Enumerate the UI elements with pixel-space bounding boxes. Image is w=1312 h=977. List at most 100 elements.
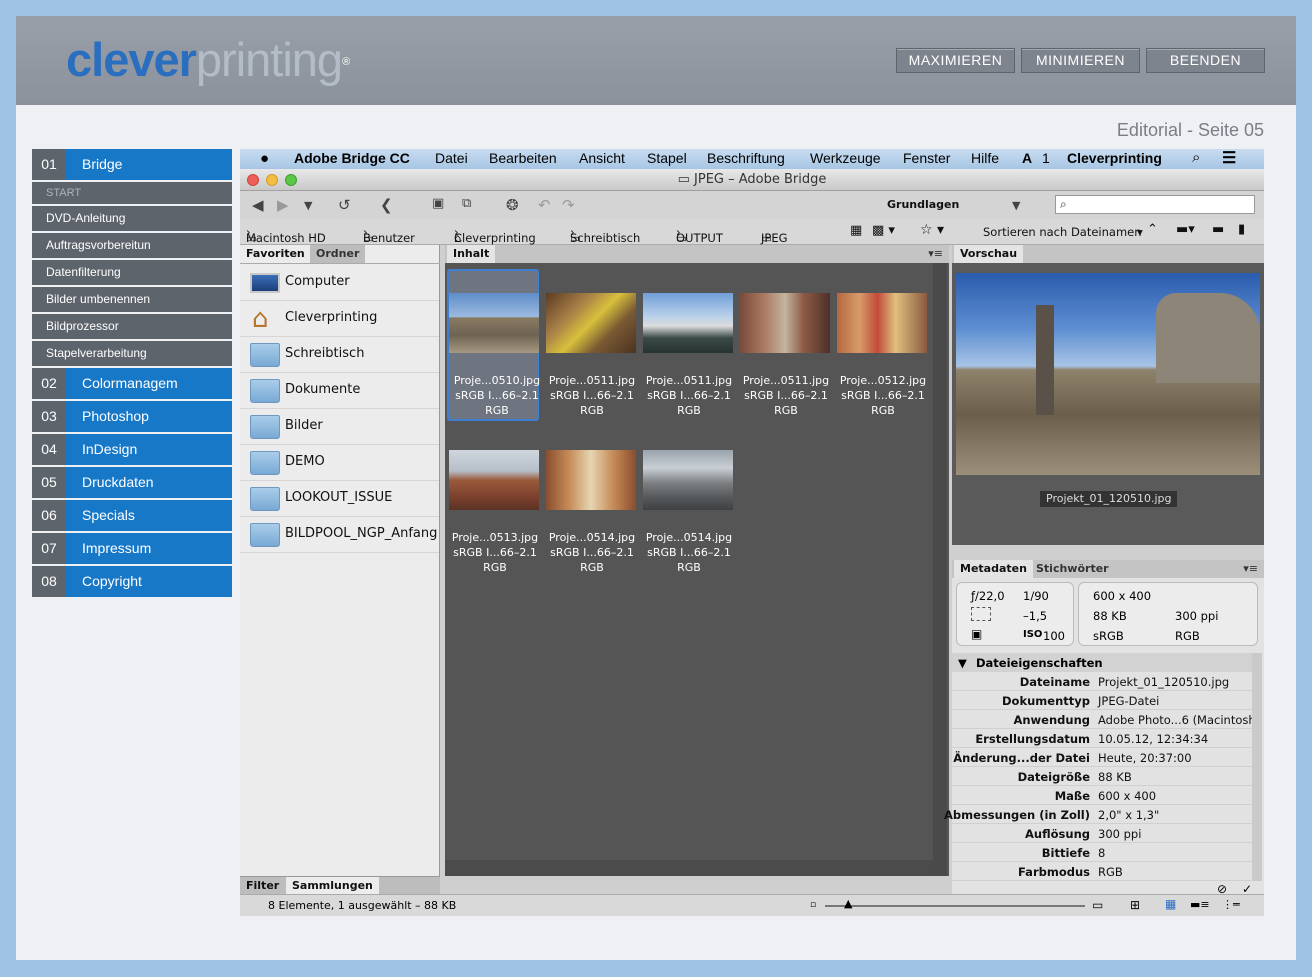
content-hscrollbar[interactable] <box>445 860 933 876</box>
workspace-dropdown-icon[interactable]: ▼ <box>1012 199 1020 212</box>
menu-ansicht[interactable]: Ansicht <box>579 150 625 166</box>
nav-chapter[interactable]: 05 Druckdaten <box>32 467 232 498</box>
tab-filter[interactable]: Filter <box>240 877 286 895</box>
section-dateieigenschaften[interactable]: ▼ Dateieigenschaften <box>952 653 1252 672</box>
preview-image[interactable] <box>956 273 1260 475</box>
path-crumb-output[interactable]: ▭ OUTPUT › <box>676 225 723 245</box>
recent-icon[interactable]: ↺ <box>338 196 351 214</box>
tab-favoriten[interactable]: Favoriten <box>240 245 311 263</box>
thumbnail[interactable]: Proje...0512.jpg sRGB I...66–2.1 RGB <box>835 269 927 421</box>
rotate-left-icon[interactable]: ↶ <box>538 196 551 214</box>
copy-icon[interactable]: ⧉ <box>462 196 471 211</box>
nav-chapter[interactable]: 04 InDesign <box>32 434 232 465</box>
slider-handle-icon[interactable]: ▲ <box>844 897 852 910</box>
thumb-small-icon[interactable]: ▫ <box>810 900 816 910</box>
minimize-button[interactable]: MINIMIEREN <box>1021 48 1140 73</box>
nav-sub-item[interactable]: Auftragsvorbereitun <box>32 233 232 258</box>
quality-icon[interactable]: ▦ <box>850 223 862 238</box>
tab-ordner[interactable]: Ordner <box>310 245 366 263</box>
menu-beschriftung[interactable]: Beschriftung <box>707 150 785 166</box>
apple-icon[interactable]: ● <box>260 150 269 167</box>
view-thumbnails-icon[interactable]: ▦ <box>1165 897 1176 911</box>
path-crumb-cleverprinting[interactable]: ⌂ Cleverprinting › <box>454 225 536 245</box>
quit-button[interactable]: BEENDEN <box>1146 48 1265 73</box>
nav-chapter[interactable]: 06 Specials <box>32 500 232 531</box>
list-menu-icon[interactable]: ☰ <box>1222 149 1236 168</box>
favorite-item-lookout[interactable]: LOOKOUT_ISSUE <box>240 481 439 517</box>
favorite-item-computer[interactable]: Computer <box>240 265 439 301</box>
thumb-large-icon[interactable]: ▭ <box>1092 898 1103 912</box>
nav-sub-item[interactable]: Bildprozessor <box>32 314 232 339</box>
sort-ascending-icon[interactable]: ⌃ <box>1147 222 1158 237</box>
menu-fenster[interactable]: Fenster <box>903 150 950 166</box>
favorite-item-bildpool[interactable]: BILDPOOL_NGP_Anfang <box>240 517 439 553</box>
filter-rating-icon[interactable]: ▩ ▾ <box>872 223 895 238</box>
metadata-row: Maße 600 x 400 <box>952 786 1252 805</box>
spotlight-search-icon[interactable]: ⌕ <box>1192 149 1200 166</box>
history-dropdown-icon[interactable]: ▼ <box>304 199 312 212</box>
tab-metadaten[interactable]: Metadaten <box>954 560 1033 578</box>
workspace-label[interactable]: Grundlagen <box>887 198 959 211</box>
thumbnail[interactable]: Proje...0511.jpg sRGB I...66–2.1 RGB <box>641 269 733 421</box>
content-scrollbar[interactable] <box>933 263 947 876</box>
nav-sub-item[interactable]: Datenfilterung <box>32 260 232 285</box>
thumbnail[interactable]: Proje...0511.jpg sRGB I...66–2.1 RGB <box>544 269 636 421</box>
menu-bearbeiten[interactable]: Bearbeiten <box>489 150 557 166</box>
new-folder-icon[interactable]: ▬ <box>1212 222 1224 237</box>
rotate-right-icon[interactable]: ↷ <box>562 196 575 214</box>
panel-menu-icon[interactable]: ▾≡ <box>928 247 943 260</box>
path-crumb-macintosh-hd[interactable]: ▭ Macintosh HD › <box>246 225 326 245</box>
path-crumb-schreibtisch[interactable]: ▭ Schreibtisch › <box>570 225 640 245</box>
tab-sammlungen[interactable]: Sammlungen <box>286 877 379 895</box>
metadata-scrollbar[interactable] <box>1252 653 1262 881</box>
sort-label[interactable]: Sortieren nach Dateinamen <box>983 225 1142 239</box>
refine-icon[interactable]: ❂ <box>506 196 519 214</box>
menu-user[interactable]: Cleverprinting <box>1067 150 1162 166</box>
favorite-item-demo[interactable]: DEMO <box>240 445 439 481</box>
sort-dropdown-icon[interactable]: ▾ <box>1137 225 1143 239</box>
grid-lock-icon[interactable]: ⊞ <box>1130 898 1140 912</box>
tab-inhalt[interactable]: Inhalt <box>447 245 496 263</box>
nav-sub-item[interactable]: DVD-Anleitung <box>32 206 232 231</box>
metadata-value: Adobe Photo...6 (Macintosh) <box>1098 713 1261 727</box>
nav-chapter[interactable]: 03 Photoshop <box>32 401 232 432</box>
nav-chapter[interactable]: 08 Copyright <box>32 566 232 597</box>
tab-vorschau[interactable]: Vorschau <box>954 245 1024 263</box>
menu-werkzeuge[interactable]: Werkzeuge <box>810 150 881 166</box>
thumbnail-selected[interactable]: Proje...0510.jpg sRGB I...66–2.1 RGB <box>447 269 540 421</box>
nav-chapter-bridge[interactable]: 01 Bridge <box>32 149 232 180</box>
tab-stichwoerter[interactable]: Stichwörter <box>1030 560 1115 578</box>
path-crumb-benutzer[interactable]: ▭ Benutzer › <box>363 225 415 245</box>
boomerang-icon[interactable]: ❮ <box>380 196 393 214</box>
favorite-item-schreibtisch[interactable]: Schreibtisch <box>240 337 439 373</box>
favorite-item-bilder[interactable]: Bilder <box>240 409 439 445</box>
favorite-item-dokumente[interactable]: Dokumente <box>240 373 439 409</box>
star-icon[interactable]: ☆ ▾ <box>920 222 944 238</box>
nav-chapter[interactable]: 02 Colormanagem <box>32 368 232 399</box>
menu-hilfe[interactable]: Hilfe <box>971 150 999 166</box>
thumbnail[interactable]: Proje...0514.jpg sRGB I...66–2.1 RGB <box>544 426 636 578</box>
menu-app-name[interactable]: Adobe Bridge CC <box>294 150 410 166</box>
thumbnail[interactable]: Proje...0511.jpg sRGB I...66–2.1 RGB <box>738 269 830 421</box>
nav-sub-item[interactable]: Bilder umbenennen <box>32 287 232 312</box>
favorite-item-cleverprinting[interactable]: ⌂ Cleverprinting <box>240 301 439 337</box>
nav-sub-item[interactable]: Stapelverarbeitung <box>32 341 232 366</box>
view-list-icon[interactable]: ⋮═ <box>1222 898 1240 911</box>
view-details-icon[interactable]: ▬≡ <box>1190 898 1210 911</box>
search-input[interactable]: ⌕ <box>1055 195 1255 214</box>
open-recent-icon[interactable]: ▬▾ <box>1176 222 1195 237</box>
thumbnail[interactable]: Proje...0513.jpg sRGB I...66–2.1 RGB <box>447 426 539 578</box>
nav-chapter[interactable]: 07 Impressum <box>32 533 232 564</box>
menu-datei[interactable]: Datei <box>435 150 468 166</box>
camera-icon[interactable]: ▣ <box>432 196 444 211</box>
back-icon[interactable]: ◀ <box>252 196 264 214</box>
thumbnail[interactable]: Proje...0514.jpg sRGB I...66–2.1 RGB <box>641 426 733 578</box>
menu-stapel[interactable]: Stapel <box>647 150 687 166</box>
adobe-icon[interactable]: A <box>1022 150 1032 166</box>
panel-menu-icon[interactable]: ▾≡ <box>1243 562 1258 575</box>
forward-icon[interactable]: ▶ <box>277 196 289 214</box>
thumbnail-size-slider[interactable] <box>825 905 1085 907</box>
favorite-label: Schreibtisch <box>285 346 365 361</box>
trash-icon[interactable]: ▮ <box>1238 222 1245 237</box>
maximize-button[interactable]: MAXIMIEREN <box>896 48 1015 73</box>
